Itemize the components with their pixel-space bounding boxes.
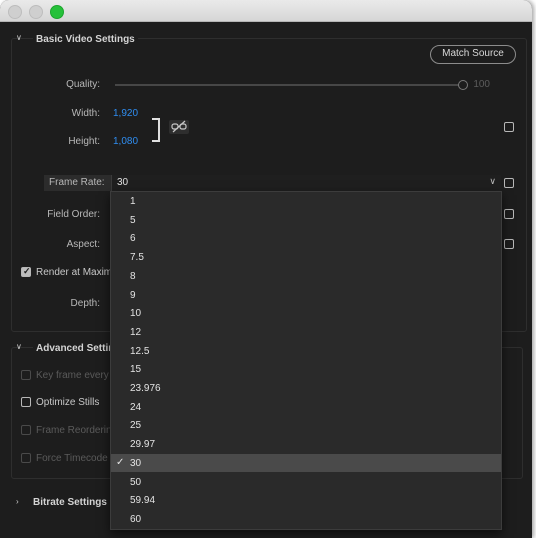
- frame-rate-option[interactable]: 24: [111, 398, 501, 417]
- frame-rate-option-label: 25: [130, 420, 142, 432]
- frame-rate-option[interactable]: 1: [111, 192, 501, 211]
- width-value[interactable]: 1,920: [113, 108, 138, 119]
- quality-label: Quality:: [66, 79, 100, 90]
- frame-rate-label: Frame Rate:: [49, 177, 105, 188]
- render-max-depth-label: Render at Maximu: [36, 267, 118, 278]
- frame-rate-option[interactable]: 10: [111, 304, 501, 323]
- chevron-down-icon[interactable]: ∨: [16, 342, 22, 351]
- force-timecode-label: Force Timecode (i: [36, 453, 117, 464]
- chevron-right-icon[interactable]: ›: [16, 497, 19, 506]
- force-timecode-checkbox[interactable]: [21, 453, 31, 463]
- frame-rate-option[interactable]: 6: [111, 229, 501, 248]
- frame-rate-option[interactable]: 9: [111, 286, 501, 305]
- frame-reordering-checkbox[interactable]: [21, 425, 31, 435]
- height-label: Height:: [68, 136, 100, 147]
- frame-rate-select[interactable]: 30 ∨: [111, 175, 501, 191]
- frame-rate-option-label: 12.5: [130, 345, 150, 357]
- minimize-window-button[interactable]: [29, 5, 43, 19]
- frame-rate-option[interactable]: 7.5: [111, 248, 501, 267]
- frame-rate-option-label: 10: [130, 308, 142, 320]
- bitrate-settings-header[interactable]: Bitrate Settings: [33, 497, 107, 508]
- frame-rate-dropdown-list: 1 5 6 7.5 8 9 10 12 12.5 15 23.976 24 25 29.97 ✓ 30 50 59…: [110, 191, 502, 530]
- frame-rate-option-label: 60: [130, 513, 142, 525]
- frame-rate-option-label: 59.94: [130, 495, 156, 507]
- frame-rate-option-label: 8: [130, 270, 136, 282]
- zoom-window-button[interactable]: [50, 5, 64, 19]
- frame-rate-option[interactable]: 15: [111, 360, 501, 379]
- aspect-checkbox[interactable]: [504, 239, 514, 249]
- optimize-stills-label: Optimize Stills: [36, 397, 100, 408]
- frame-rate-option-label: 23.976: [130, 383, 161, 394]
- close-window-button[interactable]: [8, 5, 22, 19]
- quality-value: 100: [473, 79, 490, 90]
- frame-rate-option[interactable]: 8: [111, 267, 501, 286]
- chevron-down-icon[interactable]: ∨: [16, 33, 22, 42]
- quality-slider-thumb[interactable]: [458, 80, 468, 90]
- unlink-chain-icon[interactable]: [169, 120, 189, 134]
- checkmark-icon: ✓: [116, 456, 125, 468]
- height-value[interactable]: 1,080: [113, 136, 138, 147]
- export-settings-window: ∨ Basic Video Settings Match Source Qual…: [0, 0, 532, 538]
- frame-rate-value: 30: [117, 177, 129, 188]
- field-order-label: Field Order:: [47, 209, 100, 220]
- frame-rate-option[interactable]: 50: [111, 473, 501, 492]
- aspect-label: Aspect:: [66, 239, 100, 250]
- link-bracket-icon: [152, 118, 160, 142]
- title-bar: [0, 0, 532, 22]
- frame-rate-option-label: 6: [130, 233, 136, 245]
- frame-rate-option[interactable]: 60: [111, 510, 501, 529]
- frame-rate-option[interactable]: ✓ 30: [111, 453, 501, 473]
- frame-rate-option-label: 15: [130, 364, 142, 376]
- frame-rate-row: Frame Rate: 30 ∨: [44, 175, 501, 191]
- field-order-checkbox[interactable]: [504, 209, 514, 219]
- frame-rate-checkbox[interactable]: [504, 178, 514, 188]
- key-frame-checkbox[interactable]: [21, 370, 31, 380]
- frame-rate-option-label: 50: [130, 476, 142, 488]
- frame-rate-option-label: 5: [130, 214, 136, 226]
- frame-rate-option-label: 1: [130, 196, 136, 207]
- chevron-down-icon: ∨: [489, 176, 496, 186]
- frame-rate-option[interactable]: 29.97: [111, 435, 501, 454]
- frame-rate-option-label: 29.97: [130, 439, 156, 451]
- frame-reordering-label: Frame Reordering: [36, 425, 118, 436]
- render-max-depth-checkbox[interactable]: [21, 266, 31, 277]
- frame-rate-option[interactable]: 12.5: [111, 342, 501, 361]
- frame-rate-option[interactable]: 5: [111, 211, 501, 230]
- key-frame-label: Key frame every: [36, 370, 109, 381]
- frame-rate-option-label: 7.5: [130, 252, 144, 264]
- match-source-button[interactable]: Match Source: [430, 45, 516, 64]
- depth-label: Depth:: [70, 298, 100, 309]
- frame-rate-option[interactable]: 23.976: [111, 379, 501, 398]
- frame-rate-option[interactable]: 12: [111, 323, 501, 342]
- quality-slider-track[interactable]: [115, 84, 460, 86]
- frame-rate-option[interactable]: 59.94: [111, 491, 501, 510]
- frame-rate-option-label: 30: [130, 457, 142, 469]
- frame-rate-option-label: 9: [130, 289, 136, 301]
- optimize-stills-checkbox[interactable]: [21, 397, 31, 407]
- frame-rate-option-label: 24: [130, 401, 142, 413]
- width-height-checkbox[interactable]: [504, 122, 514, 132]
- frame-rate-option[interactable]: 25: [111, 416, 501, 435]
- basic-video-settings-header[interactable]: Basic Video Settings: [33, 34, 138, 45]
- width-label: Width:: [71, 108, 100, 119]
- frame-rate-option-label: 12: [130, 326, 142, 338]
